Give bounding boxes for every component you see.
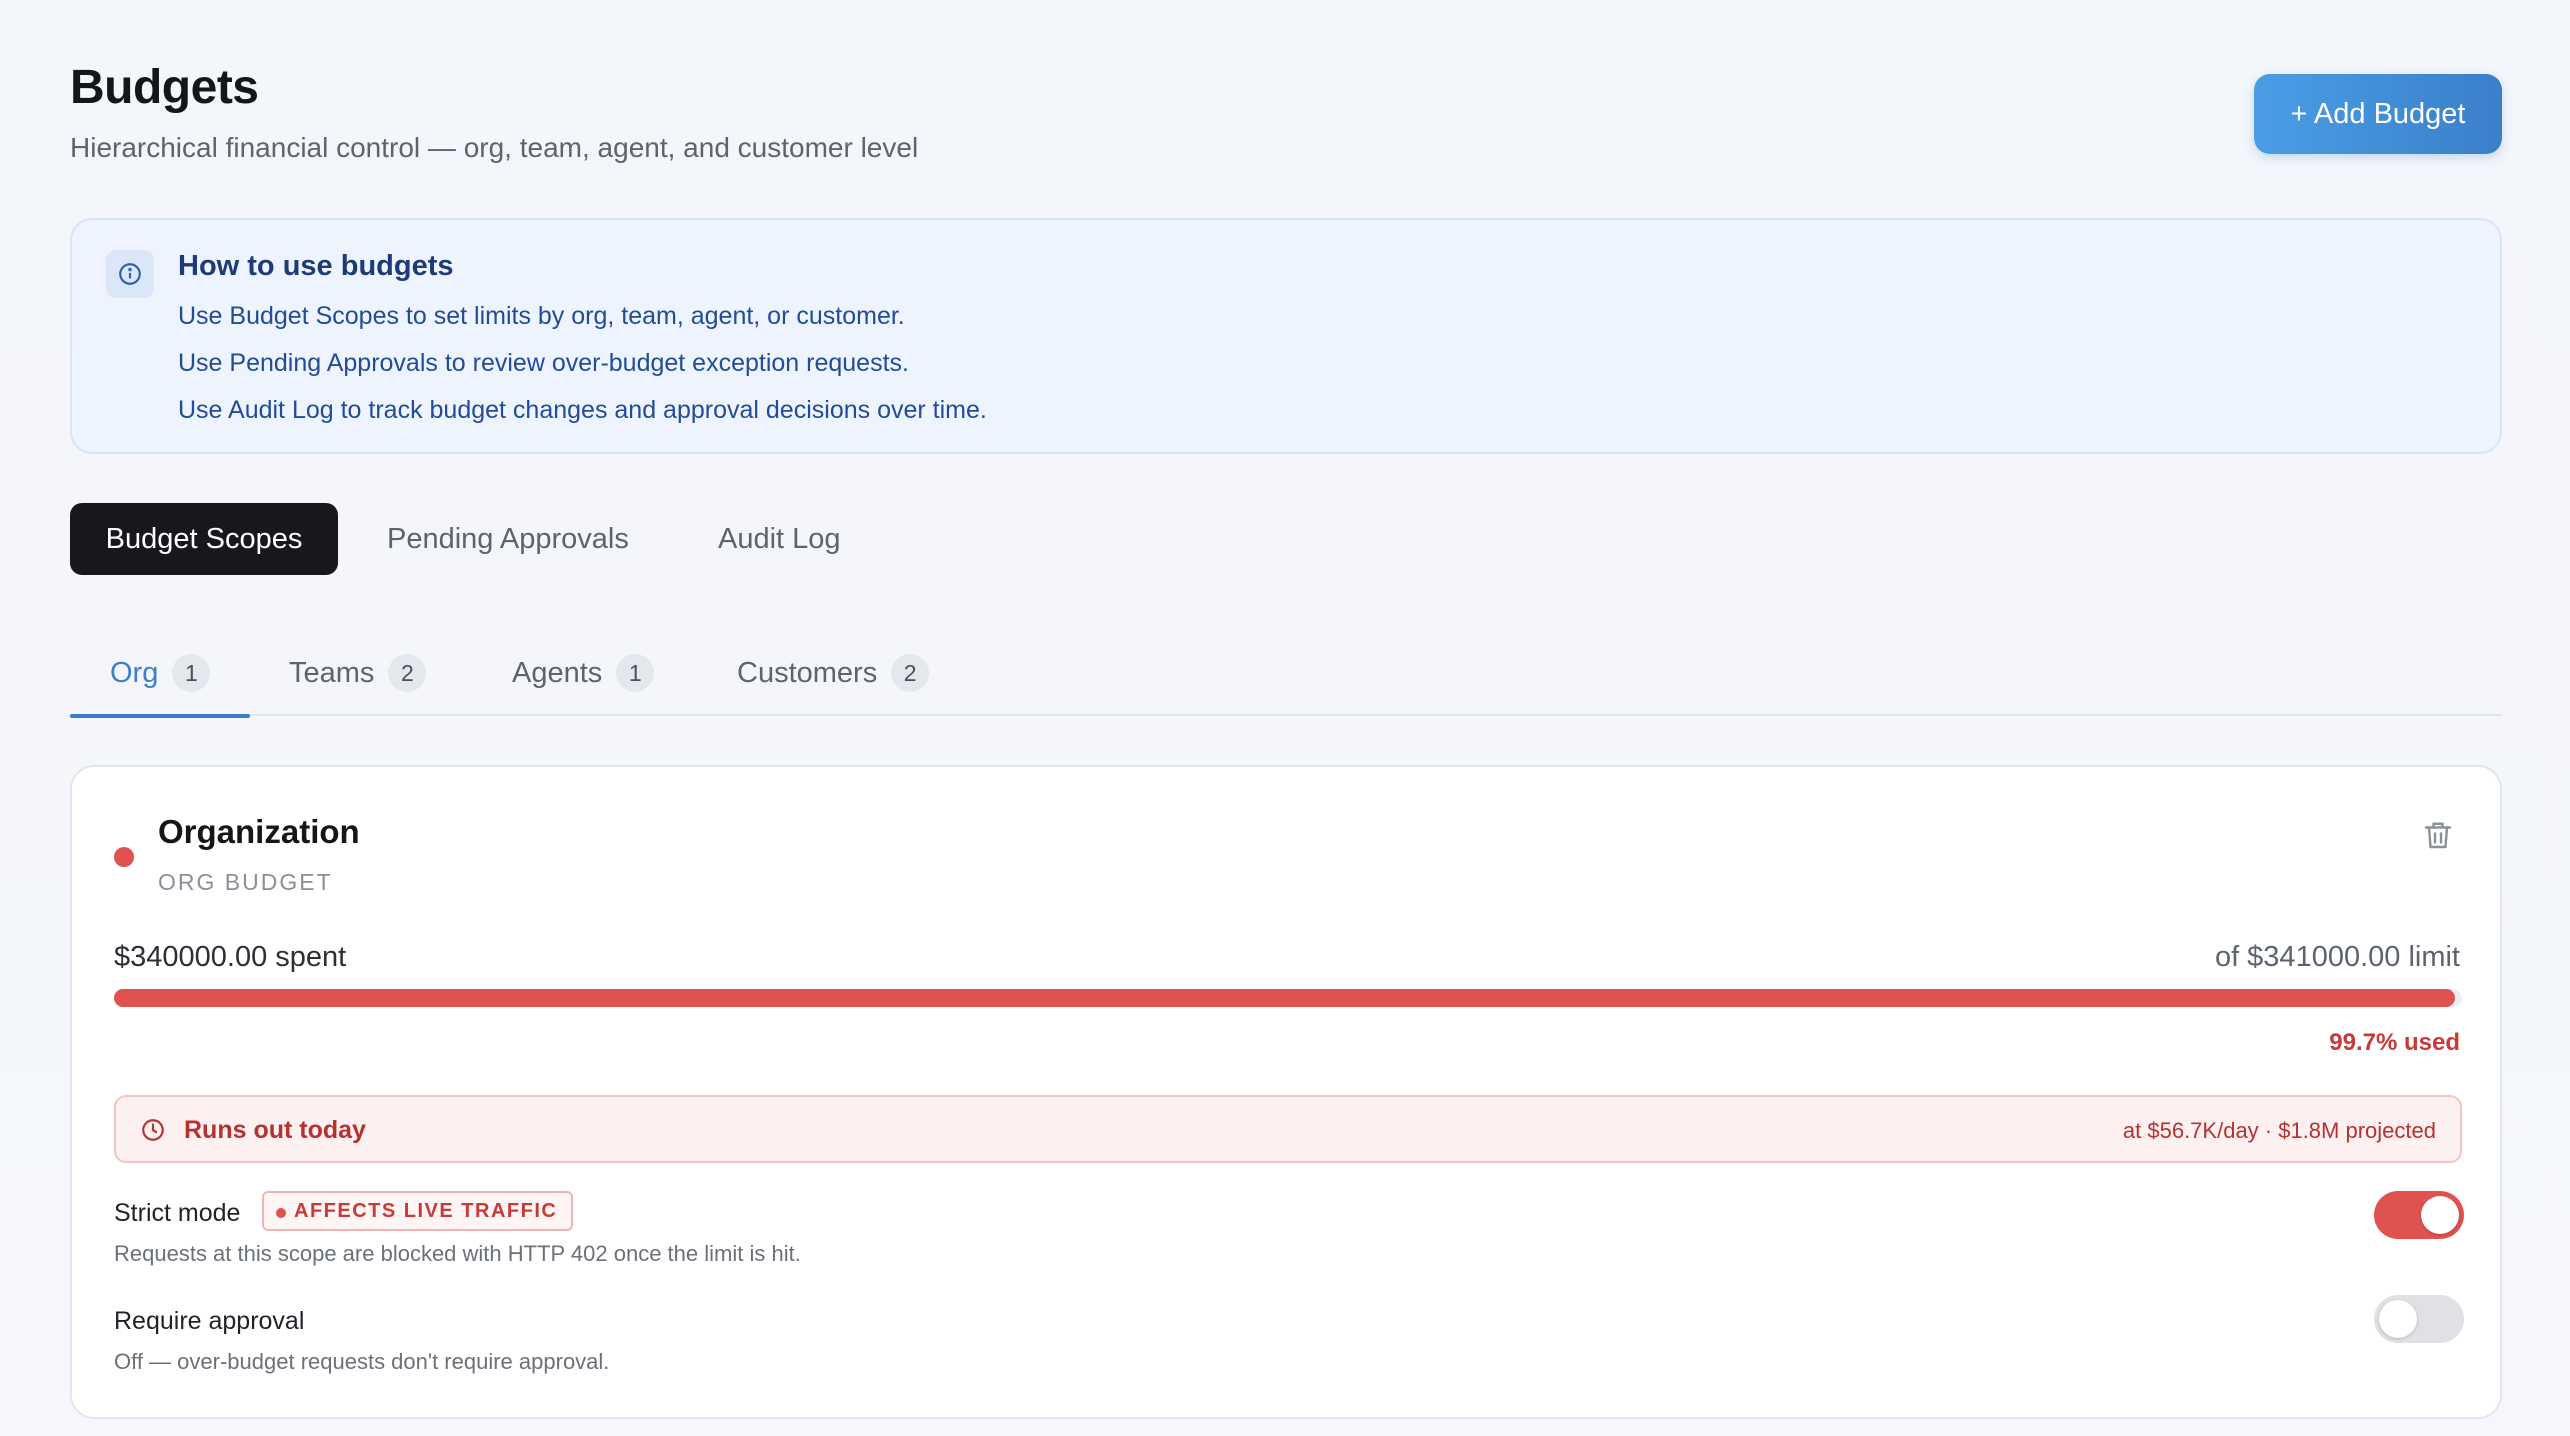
count-badge: 2 [891, 654, 930, 692]
strict-mode-label: Strict mode [114, 1199, 241, 1227]
spent-amount: $340000.00 spent [114, 941, 347, 973]
count-badge: 1 [172, 654, 211, 692]
runout-alert: Runs out today at $56.7K/day · $1.8M pro… [114, 1095, 2462, 1163]
subtab-label: Agents [512, 656, 603, 689]
badge-dot [276, 1208, 286, 1218]
budget-type-label: ORG BUDGET [158, 869, 333, 895]
live-traffic-badge: AFFECTS LIVE TRAFFIC [262, 1191, 574, 1231]
subtab-agents[interactable]: Agents 1 [512, 630, 655, 716]
require-approval-label: Require approval [114, 1307, 305, 1335]
tab-budget-scopes[interactable]: Budget Scopes [70, 503, 338, 575]
strict-mode-toggle[interactable] [2374, 1191, 2464, 1239]
info-line: Use Budget Scopes to set limits by org, … [178, 302, 905, 330]
usage-progress-fill [114, 989, 2455, 1007]
info-title: How to use budgets [178, 250, 454, 282]
tab-pending-approvals[interactable]: Pending Approvals [355, 503, 661, 575]
subtab-org[interactable]: Org 1 [70, 630, 250, 718]
badge-text: AFFECTS LIVE TRAFFIC [294, 1199, 558, 1222]
subtab-label: Customers [737, 656, 878, 689]
page-subtitle: Hierarchical financial control — org, te… [70, 132, 919, 163]
tab-audit-log[interactable]: Audit Log [686, 503, 873, 575]
alert-title: Runs out today [184, 1116, 366, 1144]
count-badge: 2 [388, 654, 427, 692]
strict-mode-description: Requests at this scope are blocked with … [114, 1241, 801, 1266]
require-approval-description: Off — over-budget requests don't require… [114, 1349, 610, 1374]
trash-icon[interactable] [2420, 817, 2456, 853]
usage-percent: 99.7% used [2329, 1029, 2460, 1056]
status-dot [114, 847, 134, 867]
usage-progress-bar [114, 989, 2462, 1007]
info-icon [106, 250, 154, 298]
require-approval-toggle[interactable] [2374, 1295, 2464, 1343]
toggle-knob [2379, 1300, 2417, 1338]
info-line: Use Pending Approvals to review over-bud… [178, 349, 909, 377]
budget-card: Organization ORG BUDGET $340000.00 spent… [70, 765, 2502, 1419]
scope-subtabs: Org 1 Teams 2 Agents 1 Customers 2 [70, 630, 2502, 718]
count-badge: 1 [616, 654, 655, 692]
subtab-teams[interactable]: Teams 2 [289, 630, 427, 716]
subtab-customers[interactable]: Customers 2 [737, 630, 930, 716]
info-line: Use Audit Log to track budget changes an… [178, 396, 987, 424]
info-panel: How to use budgets Use Budget Scopes to … [70, 218, 2502, 454]
alert-projection: at $56.7K/day · $1.8M projected [2122, 1118, 2436, 1143]
page-title: Budgets [70, 61, 259, 114]
subtab-label: Org [110, 656, 159, 689]
budget-title: Organization [158, 813, 360, 850]
toggle-knob [2421, 1196, 2459, 1234]
budgets-page: Budgets Hierarchical financial control —… [0, 0, 2570, 1436]
subtab-label: Teams [289, 656, 375, 689]
add-budget-button[interactable]: + Add Budget [2254, 74, 2502, 154]
limit-amount: of $341000.00 limit [2214, 941, 2460, 973]
clock-icon [140, 1117, 166, 1143]
